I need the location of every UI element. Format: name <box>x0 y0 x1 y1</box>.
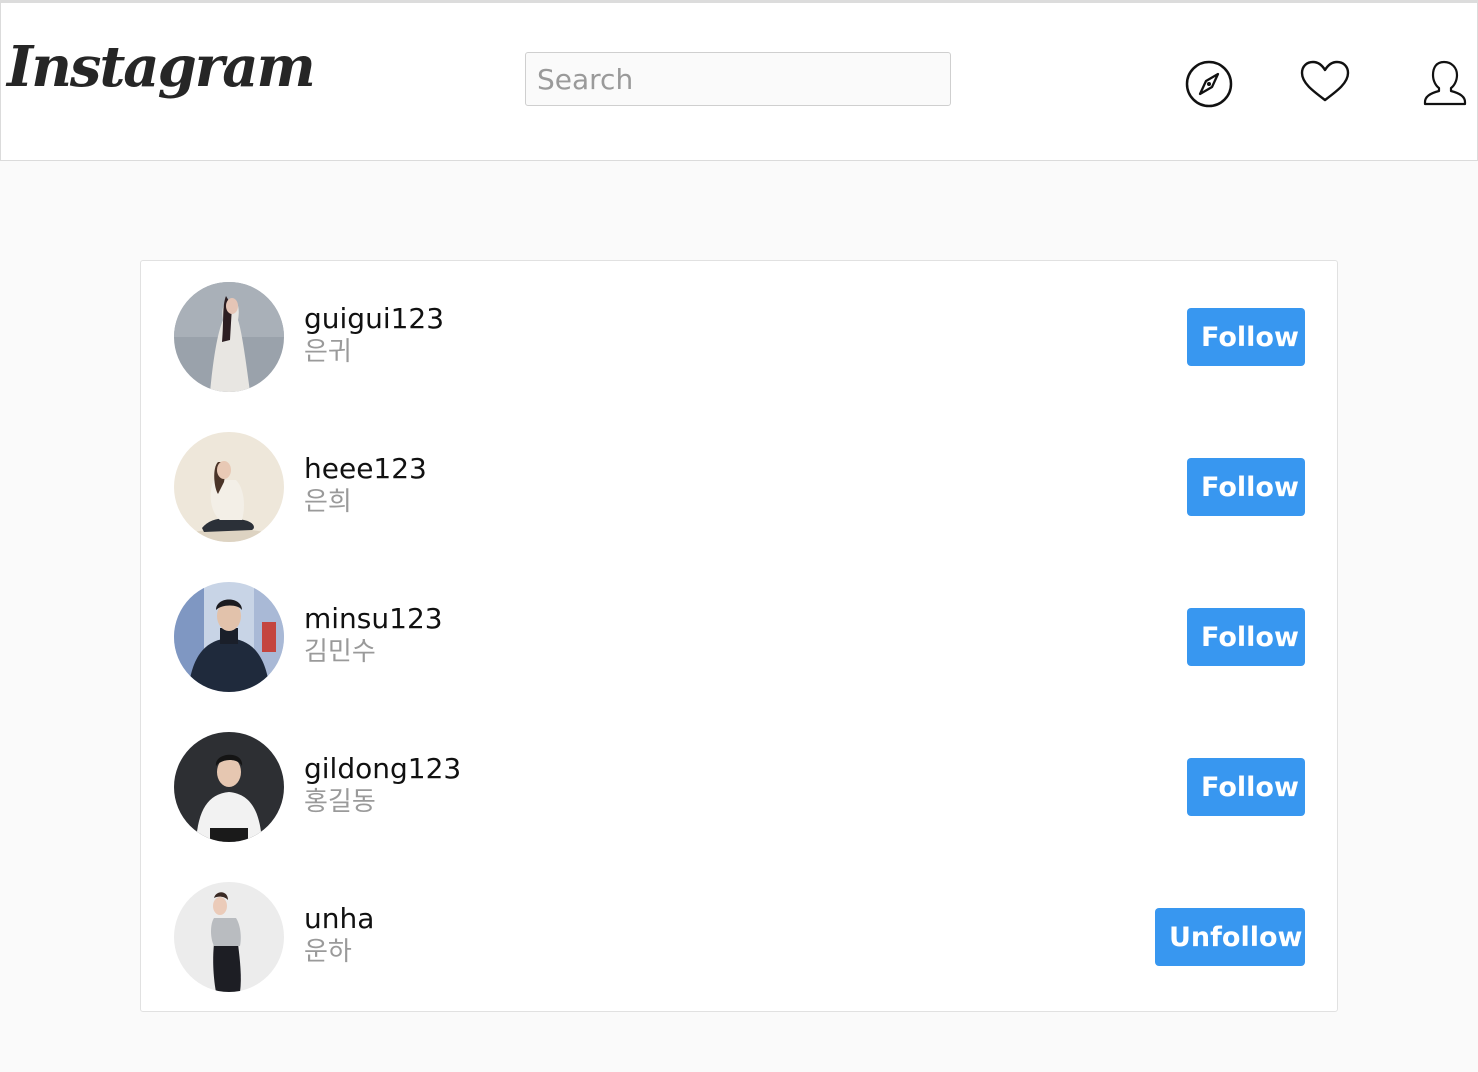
full-name: 은귀 <box>304 337 352 367</box>
user-row: heee123 은희 Follow <box>141 432 1337 542</box>
full-name: 홍길동 <box>304 787 376 817</box>
suggested-users-card: guigui123 은귀 Follow heee123 은희 Follow mi… <box>140 260 1338 1012</box>
user-row: gildong123 홍길동 Follow <box>141 732 1337 842</box>
compass-icon[interactable] <box>1183 58 1235 110</box>
heart-icon[interactable] <box>1299 58 1351 110</box>
full-name: 김민수 <box>304 637 376 667</box>
username[interactable]: minsu123 <box>304 603 443 635</box>
unfollow-button[interactable]: Unfollow <box>1155 908 1305 966</box>
avatar[interactable] <box>174 882 284 992</box>
top-navigation-bar: Instagram <box>0 0 1478 161</box>
user-row: guigui123 은귀 Follow <box>141 282 1337 392</box>
follow-button[interactable]: Follow <box>1187 608 1305 666</box>
search-input[interactable] <box>525 52 951 106</box>
username[interactable]: guigui123 <box>304 303 444 335</box>
follow-button[interactable]: Follow <box>1187 308 1305 366</box>
user-row: unha 운하 Unfollow <box>141 882 1337 992</box>
follow-button[interactable]: Follow <box>1187 758 1305 816</box>
user-row: minsu123 김민수 Follow <box>141 582 1337 692</box>
instagram-logo[interactable]: Instagram <box>7 39 316 95</box>
full-name: 운하 <box>304 937 352 967</box>
username[interactable]: unha <box>304 903 374 935</box>
avatar[interactable] <box>174 282 284 392</box>
username[interactable]: gildong123 <box>304 753 461 785</box>
avatar[interactable] <box>174 432 284 542</box>
avatar[interactable] <box>174 582 284 692</box>
follow-button[interactable]: Follow <box>1187 458 1305 516</box>
avatar[interactable] <box>174 732 284 842</box>
full-name: 은희 <box>304 487 352 517</box>
profile-icon[interactable] <box>1419 58 1471 110</box>
username[interactable]: heee123 <box>304 453 427 485</box>
